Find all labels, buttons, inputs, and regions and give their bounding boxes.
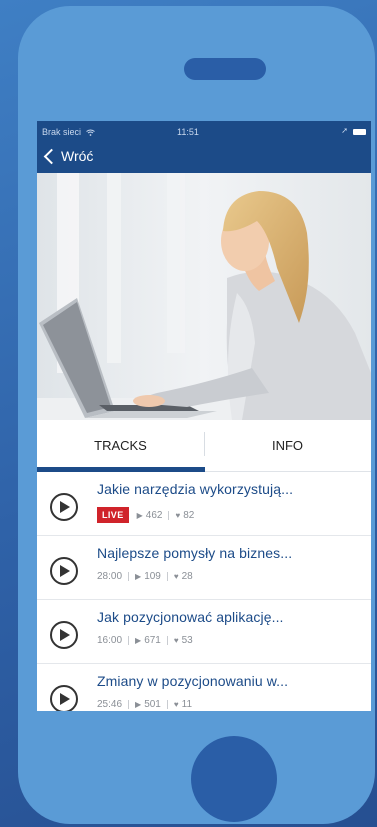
plays-icon: ▶ — [135, 700, 142, 709]
track-meta: 16:00 ▶ 671 ♥ 53 — [97, 635, 193, 646]
status-bar: Brak sieci 11:51 ➚ — [37, 121, 371, 143]
clock: 11:51 — [177, 127, 199, 137]
play-icon[interactable] — [50, 621, 78, 649]
play-count: 671 — [144, 635, 161, 646]
track-meta: 25:46 ▶ 501 ♥ 11 — [97, 699, 192, 710]
play-icon[interactable] — [50, 557, 78, 585]
track-meta: LIVE ▶ 462 ♥ 82 — [97, 507, 194, 523]
plays-icon: ▶ — [135, 636, 142, 645]
live-badge: LIVE — [97, 507, 129, 523]
back-button[interactable]: Wróć — [42, 148, 93, 164]
track-duration: 25:46 — [97, 699, 123, 710]
like-count: 82 — [183, 509, 195, 521]
heart-icon: ♥ — [173, 636, 179, 645]
hero-image — [37, 173, 371, 420]
tab-bar: TRACKS INFO — [37, 420, 371, 472]
meta-separator — [128, 636, 130, 645]
track-meta: 28:00 ▶ 109 ♥ 28 — [97, 571, 193, 582]
meta-separator — [166, 572, 168, 581]
play-icon[interactable] — [50, 685, 78, 711]
play-icon[interactable] — [50, 493, 78, 521]
heart-icon: ♥ — [173, 700, 179, 709]
meta-separator — [168, 510, 170, 520]
track-list: Jakie narzędzia wykorzystują... LIVE ▶ 4… — [37, 472, 371, 711]
heart-icon: ♥ — [175, 510, 181, 520]
carrier-label: Brak sieci — [42, 127, 95, 137]
app-screen: Brak sieci 11:51 ➚ Wróć TRACKS INFO Jaki… — [37, 121, 371, 711]
battery-icon — [353, 129, 366, 135]
back-label: Wróć — [61, 148, 94, 164]
tab-tracks[interactable]: TRACKS — [37, 420, 204, 471]
home-button[interactable] — [191, 736, 277, 822]
tab-divider — [204, 432, 205, 456]
like-count: 28 — [181, 571, 193, 582]
like-count: 11 — [181, 699, 193, 710]
location-arrow-icon: ➚ — [341, 126, 348, 135]
meta-separator — [128, 700, 130, 709]
track-title: Jak pozycjonować aplikację... — [97, 609, 284, 625]
meta-separator — [166, 636, 168, 645]
play-count: 462 — [145, 509, 163, 521]
heart-icon: ♥ — [173, 572, 179, 581]
chevron-left-icon — [43, 148, 60, 164]
track-title: Zmiany w pozycjonowaniu w... — [97, 673, 289, 689]
plays-icon: ▶ — [136, 510, 143, 520]
tab-info[interactable]: INFO — [204, 420, 371, 471]
nav-bar: Wróć — [37, 143, 371, 173]
phone-speaker — [184, 58, 266, 80]
track-title: Najlepsze pomysły na biznes... — [97, 545, 293, 561]
track-item[interactable]: Zmiany w pozycjonowaniu w... 25:46 ▶ 501… — [37, 664, 371, 711]
plays-icon: ▶ — [135, 572, 142, 581]
wifi-icon — [85, 129, 95, 136]
track-item[interactable]: Najlepsze pomysły na biznes... 28:00 ▶ 1… — [37, 536, 371, 600]
track-item[interactable]: Jakie narzędzia wykorzystują... LIVE ▶ 4… — [37, 472, 371, 536]
meta-separator — [128, 572, 130, 581]
meta-separator — [166, 700, 168, 709]
track-title: Jakie narzędzia wykorzystują... — [97, 481, 294, 497]
play-count: 109 — [144, 571, 161, 582]
track-duration: 16:00 — [97, 635, 123, 646]
like-count: 53 — [181, 635, 193, 646]
track-duration: 28:00 — [97, 571, 123, 582]
play-count: 501 — [144, 699, 161, 710]
track-item[interactable]: Jak pozycjonować aplikację... 16:00 ▶ 67… — [37, 600, 371, 664]
